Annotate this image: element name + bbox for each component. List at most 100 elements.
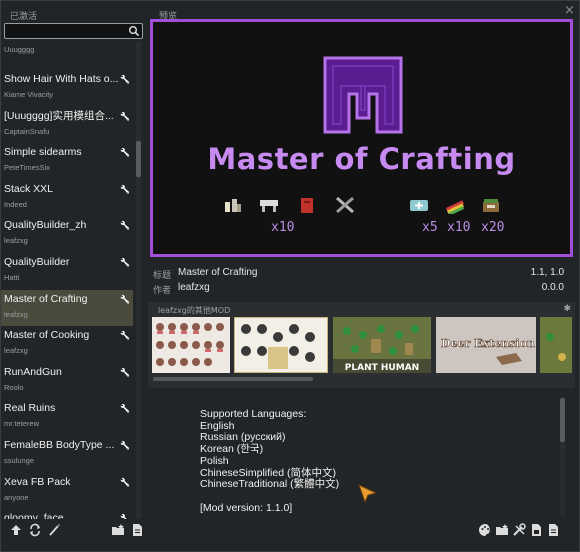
mod-title: Xeva FB Pack bbox=[4, 475, 71, 488]
mod-list-item[interactable]: Xeva FB Pack anyone 🔧 bbox=[1, 473, 133, 510]
mod-author: Kiame Vivacity bbox=[4, 90, 54, 99]
preview-image: Master of Crafting x10 x5 x10 x20 bbox=[150, 19, 573, 257]
wrench-icon: 🔧 bbox=[120, 440, 130, 450]
author-label: 作者 bbox=[153, 286, 172, 296]
palette-icon[interactable] bbox=[478, 523, 492, 537]
gallery-thumb-1[interactable] bbox=[152, 317, 230, 373]
description-line: Polish bbox=[200, 454, 229, 467]
mod-title: Stack XXL bbox=[4, 182, 54, 195]
description-line: Supported Languages: bbox=[200, 409, 307, 420]
wrench-icon: 🔧 bbox=[120, 148, 130, 158]
mod-list-item[interactable]: gloomy_face 🔧 bbox=[1, 509, 133, 519]
furniture-icon bbox=[260, 200, 278, 212]
wrench-icon: 🔧 bbox=[120, 184, 130, 194]
mod-author: leafzxg bbox=[4, 309, 28, 319]
mod-title: Simple sidearms bbox=[4, 146, 82, 159]
mod-list-item[interactable]: QualityBuilder Hatti 🔧 bbox=[1, 253, 133, 290]
description-line: Korean (한국) bbox=[200, 443, 264, 456]
mod-list-item[interactable]: Master of Crafting leafzxg 🔧 bbox=[1, 289, 133, 327]
mod-list-item[interactable]: Simple sidearms PeteTimesSix 🔧 bbox=[1, 143, 133, 180]
mod-list-item[interactable]: RunAndGun Roolo 🔧 bbox=[1, 363, 133, 400]
potions-icon bbox=[225, 199, 241, 212]
mod-version: 0.0.0 bbox=[541, 282, 564, 293]
preview-title: Master of Crafting bbox=[207, 142, 516, 176]
fuel-icon bbox=[301, 198, 313, 213]
mod-author: Roolo bbox=[4, 382, 24, 392]
mod-author: leafzxg bbox=[4, 236, 28, 246]
multiplier-x20: x20 bbox=[481, 220, 505, 235]
mod-logo-icon bbox=[323, 56, 403, 134]
mod-title: Real Ruins bbox=[4, 402, 56, 415]
multiplier-x5: x5 bbox=[422, 220, 438, 235]
mod-list-item[interactable]: [Uuugggg]实用模组合... CaptainSnafu 🔧 bbox=[1, 107, 133, 144]
textiles-icon bbox=[445, 200, 465, 214]
mod-list-item[interactable]: Real Ruins mr.teterew 🔧 bbox=[1, 399, 133, 436]
mod-author: Hatti bbox=[4, 272, 20, 282]
mod-title: Master of Cooking bbox=[4, 329, 90, 342]
gallery-thumb-4[interactable]: Deer Extension bbox=[436, 317, 536, 373]
mod-title: gloomy_face bbox=[4, 512, 64, 519]
list-mid-toolbar bbox=[111, 523, 144, 537]
folder-icon[interactable] bbox=[111, 523, 125, 537]
mod-author: mr.teterew bbox=[4, 419, 40, 429]
gallery-thumb-3[interactable]: PLANT HUMAN bbox=[333, 317, 431, 373]
wrench-icon: 🔧 bbox=[120, 221, 130, 231]
save-document-icon[interactable] bbox=[529, 523, 543, 537]
upload-icon[interactable] bbox=[9, 523, 23, 537]
mod-list-item[interactable]: QualityBuilder_zhleafzxg 🔧 bbox=[1, 216, 133, 253]
mod-list-item[interactable]: Master of Cooking leafzxg 🔧 bbox=[1, 326, 133, 363]
description-scrollbar[interactable] bbox=[560, 398, 565, 442]
mod-list: Uuugggg Show Hair With Hats o... Kiame Viv… bbox=[1, 42, 133, 519]
title-label: 标题 bbox=[153, 271, 172, 281]
close-icon[interactable]: × bbox=[563, 4, 576, 17]
gallery-thumb-2[interactable] bbox=[234, 317, 328, 373]
tools-icon[interactable] bbox=[512, 523, 526, 537]
wrench-icon: 🔧 bbox=[120, 367, 130, 377]
gallery-label: leafzxg的其他MOD bbox=[158, 306, 231, 315]
mod-title: [Uuugggg]实用模组合... bbox=[4, 109, 114, 122]
mod-title: QualityBuilder_zh bbox=[4, 219, 87, 232]
mod-list-scroll-track[interactable] bbox=[136, 42, 141, 519]
refresh-icon[interactable] bbox=[28, 523, 42, 537]
mod-title: FemaleBB BodyType ... bbox=[4, 438, 115, 451]
search-input[interactable] bbox=[4, 23, 143, 39]
mod-title: Show Hair With Hats o... bbox=[4, 73, 118, 85]
mod-author: Uuugggg bbox=[4, 45, 35, 54]
mod-list-item[interactable]: Stack XXL Indeed 🔧 bbox=[1, 180, 133, 217]
mod-author: Indeed bbox=[4, 199, 27, 209]
wrench-icon: 🔧 bbox=[120, 404, 130, 414]
title-value: Master of Crafting bbox=[178, 267, 258, 278]
gallery-thumb-3-caption: PLANT HUMAN bbox=[345, 363, 419, 373]
other-mods-gallery: leafzxg的其他MOD ✱ PLANT HUMAN Deer Extensi… bbox=[148, 302, 575, 388]
medicine-icon bbox=[410, 200, 428, 211]
document-icon[interactable] bbox=[130, 523, 144, 537]
mod-author: leafzxg bbox=[4, 346, 28, 356]
wrench-icon: 🔧 bbox=[120, 294, 130, 304]
wrench-icon: 🔧 bbox=[120, 257, 130, 267]
mouse-cursor-icon bbox=[358, 484, 378, 504]
gallery-thumb-5[interactable] bbox=[540, 317, 572, 373]
mod-list-scrollbar[interactable] bbox=[136, 141, 141, 177]
wrench-icon: 🔧 bbox=[120, 331, 130, 341]
game-versions: 1.1, 1.0 bbox=[530, 267, 564, 278]
wrench-icon: 🔧 bbox=[120, 514, 130, 519]
mod-author: ssulunge bbox=[4, 455, 35, 465]
gear-icon[interactable]: ✱ bbox=[563, 304, 571, 314]
wand-icon[interactable] bbox=[47, 523, 61, 537]
document-icon[interactable] bbox=[546, 523, 560, 537]
wrench-icon: 🔧 bbox=[120, 111, 130, 121]
description-line: [Mod version: 1.1.0] bbox=[200, 501, 293, 514]
mod-title: QualityBuilder bbox=[4, 255, 70, 268]
mod-list-item[interactable]: FemaleBB BodyType ... ssulunge 🔧 bbox=[1, 436, 133, 473]
wrench-icon: 🔧 bbox=[120, 75, 130, 84]
mod-list-item[interactable]: Show Hair With Hats o... Kiame Vivacity 🔧 bbox=[1, 70, 133, 107]
mod-title: Master of Crafting bbox=[4, 292, 88, 305]
author-value[interactable]: leafzxg bbox=[178, 282, 210, 293]
mod-author: PeteTimesSix bbox=[4, 163, 50, 173]
search-icon[interactable] bbox=[128, 25, 140, 37]
mod-list-item[interactable]: Uuugggg bbox=[1, 42, 133, 70]
mod-author: anyone bbox=[4, 492, 29, 502]
folder-icon[interactable] bbox=[495, 523, 509, 537]
gallery-scrollbar[interactable] bbox=[153, 377, 313, 381]
mod-manager-window: 已激活 Uuugggg Show Hair With Hats o... Kiame… bbox=[0, 0, 580, 552]
